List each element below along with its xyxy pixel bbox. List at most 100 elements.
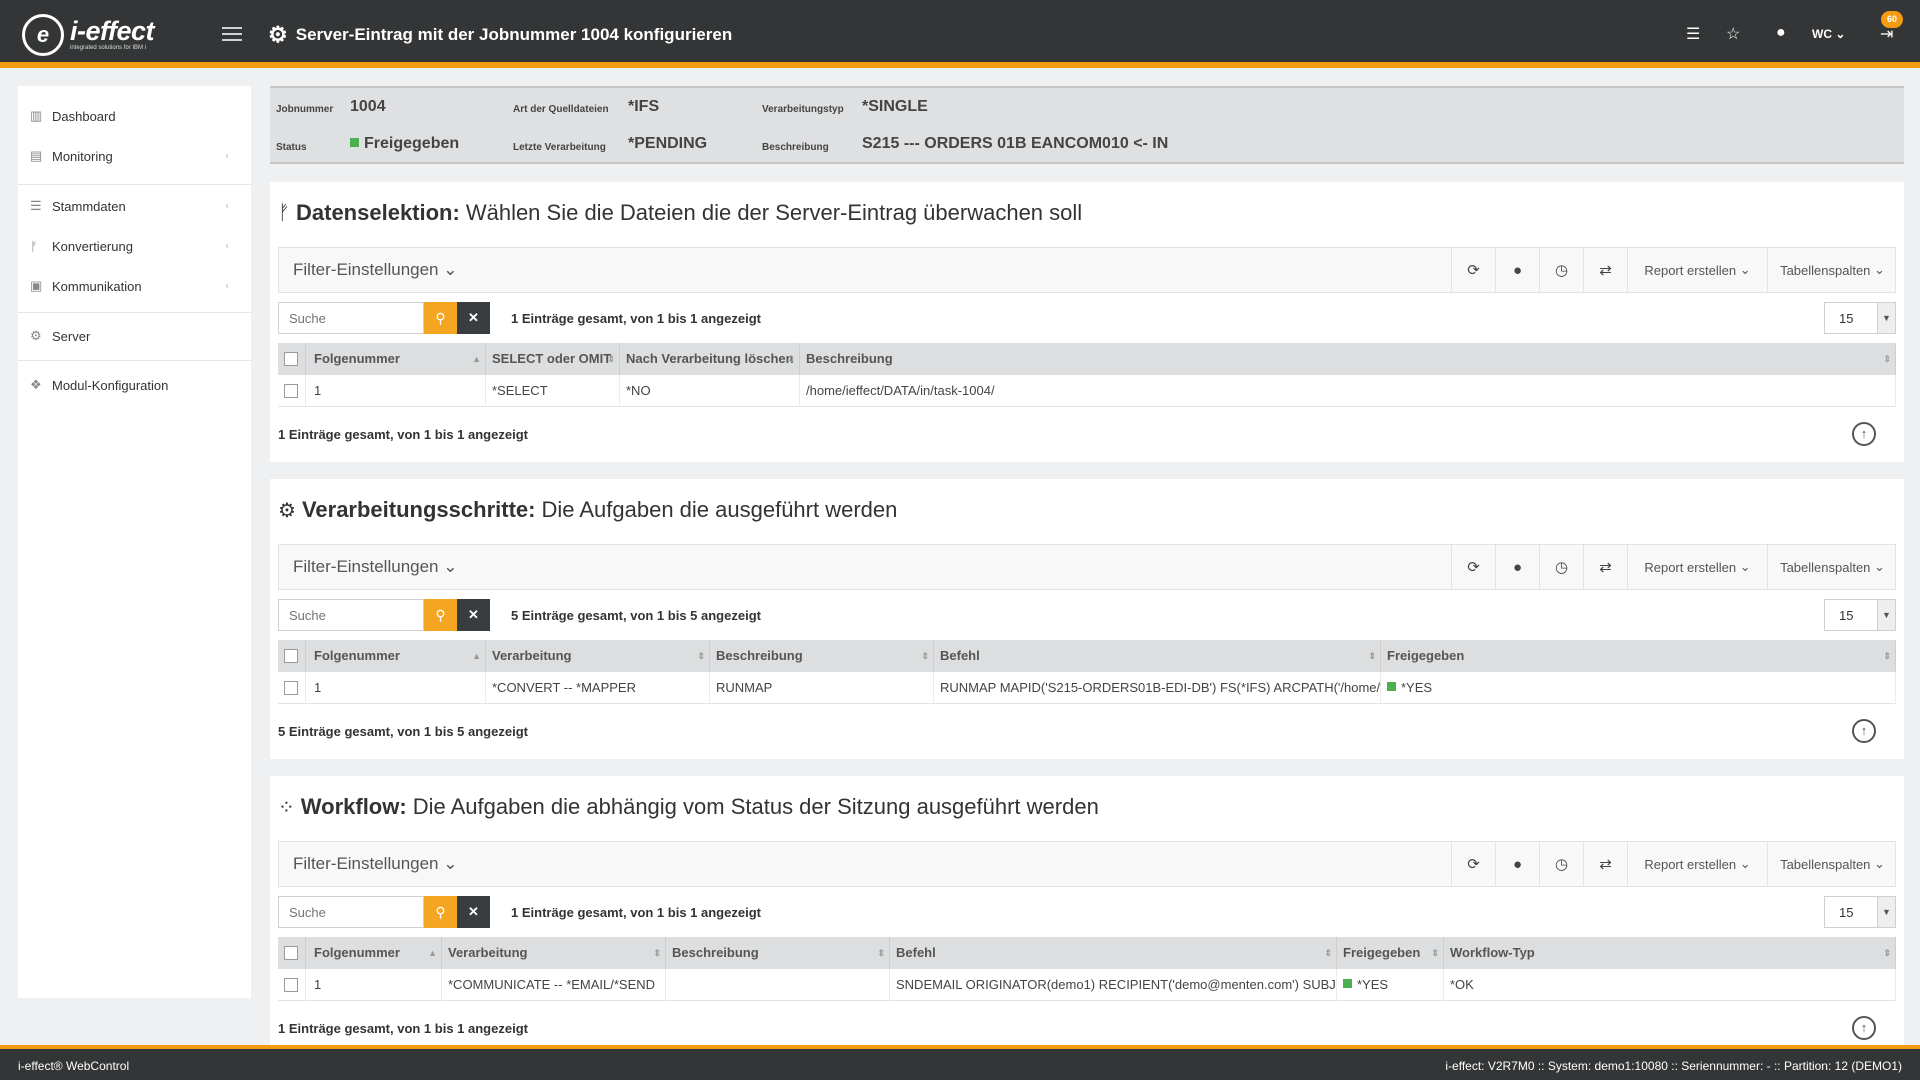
row-checkbox[interactable] <box>284 681 298 695</box>
row-checkbox[interactable] <box>284 978 298 992</box>
column-label: Befehl <box>896 945 936 960</box>
retweet-icon[interactable]: ⇄ <box>1583 248 1627 292</box>
col-header-verarbeitung[interactable]: Verarbeitung ⇕ <box>486 640 710 672</box>
col-header-verarbeitung[interactable]: Verarbeitung ⇕ <box>442 937 666 969</box>
col-header-workflow-typ[interactable]: Workflow-Typ ⇕ <box>1444 937 1896 969</box>
col-header-beschreibung[interactable]: Beschreibung ⇕ <box>800 343 1896 375</box>
typ-label: Verarbeitungstyp <box>762 104 844 115</box>
app-logo[interactable]: e i-effect integrated solutions for IBM … <box>22 14 155 56</box>
sidebar-item-label: Konvertierung <box>52 238 133 254</box>
refresh-icon[interactable]: ⟳ <box>1451 842 1495 886</box>
add-icon[interactable]: ● <box>1495 248 1539 292</box>
close-icon: ✕ <box>468 607 479 622</box>
user-avatar-icon[interactable]: ● <box>1776 24 1786 42</box>
table-row[interactable]: 1 *SELECT *NO /home/ieffect/DATA/in/task… <box>278 375 1896 407</box>
gears-icon: ⚙ <box>268 22 288 47</box>
refresh-icon[interactable]: ⟳ <box>1451 248 1495 292</box>
page-size-select[interactable]: 15 ▼ <box>1824 302 1896 334</box>
col-header-beschreibung[interactable]: Beschreibung ⇕ <box>710 640 934 672</box>
filter-settings-toggle[interactable]: Filter-Einstellungen ⌄ <box>293 854 457 874</box>
sidebar-item-kommunikation[interactable]: ▣ Kommunikation ‹ <box>18 268 251 304</box>
filter-label: Filter-Einstellungen <box>293 854 439 873</box>
filter-bar: Filter-Einstellungen ⌄ ⟳ ● ◷ ⇄ Report er… <box>278 544 1896 590</box>
sidebar-item-dashboard[interactable]: ▥ Dashboard <box>18 98 251 134</box>
add-icon[interactable]: ● <box>1495 842 1539 886</box>
chevron-down-icon: ▼ <box>1877 600 1895 630</box>
col-header-folgenummer[interactable]: Folgenummer ▲ <box>306 343 486 375</box>
row-checkbox[interactable] <box>284 384 298 398</box>
user-menu[interactable]: WC ⌄ <box>1812 27 1845 41</box>
columns-dropdown[interactable]: Tabellenspalten ⌄ <box>1767 248 1897 292</box>
clear-search-button[interactable]: ✕ <box>457 896 490 928</box>
filter-settings-toggle[interactable]: Filter-Einstellungen ⌄ <box>293 557 457 577</box>
branch-icon: ᚠ <box>30 238 38 254</box>
table-row[interactable]: 1 *COMMUNICATE -- *EMAIL/*SEND SNDEMAIL … <box>278 969 1896 1001</box>
column-label: Workflow-Typ <box>1450 945 1535 960</box>
panel-workflow: ⁘ Workflow: Die Aufgaben die abhängig vo… <box>270 776 1904 1046</box>
page-size-select[interactable]: 15 ▼ <box>1824 599 1896 631</box>
col-header-befehl[interactable]: Befehl ⇕ <box>934 640 1381 672</box>
report-label: Report erstellen <box>1644 559 1737 575</box>
scroll-top-icon[interactable]: ↑ <box>1852 422 1876 446</box>
report-dropdown[interactable]: Report erstellen ⌄ <box>1627 842 1767 886</box>
search-input[interactable] <box>278 302 424 334</box>
sidebar-item-stammdaten[interactable]: ☰ Stammdaten ‹ <box>18 188 251 224</box>
col-header-freigegeben[interactable]: Freigegeben ⇕ <box>1337 937 1444 969</box>
menu-toggle-icon[interactable] <box>222 27 242 43</box>
select-all-checkbox[interactable] <box>284 352 298 366</box>
retweet-icon[interactable]: ⇄ <box>1583 842 1627 886</box>
report-dropdown[interactable]: Report erstellen ⌄ <box>1627 248 1767 292</box>
close-icon: ✕ <box>468 310 479 325</box>
filter-label: Filter-Einstellungen <box>293 557 439 576</box>
footer-record-count: 5 Einträge gesamt, von 1 bis 5 angezeigt <box>278 724 528 739</box>
col-header-loeschen[interactable]: Nach Verarbeitung löschen ⇕ <box>620 343 800 375</box>
search-input[interactable] <box>278 896 424 928</box>
search-button[interactable]: ⚲ <box>424 599 457 631</box>
star-icon[interactable]: ☆ <box>1726 24 1740 44</box>
history-icon[interactable]: ◷ <box>1539 842 1583 886</box>
add-icon[interactable]: ● <box>1495 545 1539 589</box>
col-header-folgenummer[interactable]: Folgenummer ▲ <box>306 640 486 672</box>
status-green-icon <box>350 138 359 147</box>
sidebar-item-konvertierung[interactable]: ᚠ Konvertierung ‹ <box>18 228 251 264</box>
sort-icon: ⇕ <box>877 948 885 958</box>
col-header-befehl[interactable]: Befehl ⇕ <box>890 937 1337 969</box>
scroll-top-icon[interactable]: ↑ <box>1852 719 1876 743</box>
table-row[interactable]: 1 *CONVERT -- *MAPPER RUNMAP RUNMAP MAPI… <box>278 672 1896 704</box>
sidebar-item-server[interactable]: ⚙ Server <box>18 318 251 354</box>
scroll-top-icon[interactable]: ↑ <box>1852 1016 1876 1040</box>
column-label: Freigegeben <box>1343 945 1421 960</box>
status-text: Freigegeben <box>364 135 460 152</box>
col-header-select[interactable]: SELECT oder OMIT ⇕ <box>486 343 620 375</box>
refresh-icon[interactable]: ⟳ <box>1451 545 1495 589</box>
search-input[interactable] <box>278 599 424 631</box>
clear-search-button[interactable]: ✕ <box>457 302 490 334</box>
search-button[interactable]: ⚲ <box>424 302 457 334</box>
history-icon[interactable]: ◷ <box>1539 545 1583 589</box>
report-label: Report erstellen <box>1644 856 1737 872</box>
list-icon[interactable]: ☰ <box>1686 24 1700 44</box>
sidebar-item-monitoring[interactable]: ▤ Monitoring ‹ <box>18 138 251 174</box>
sort-icon: ⇕ <box>1883 948 1891 958</box>
col-header-beschreibung[interactable]: Beschreibung ⇕ <box>666 937 890 969</box>
select-all-checkbox[interactable] <box>284 946 298 960</box>
search-button[interactable]: ⚲ <box>424 896 457 928</box>
report-dropdown[interactable]: Report erstellen ⌄ <box>1627 545 1767 589</box>
page-title: ⚙ Server-Eintrag mit der Jobnummer 1004 … <box>268 22 732 48</box>
panel-title-rest: Die Aufgaben die ausgeführt werden <box>541 497 898 522</box>
history-icon[interactable]: ◷ <box>1539 248 1583 292</box>
columns-dropdown[interactable]: Tabellenspalten ⌄ <box>1767 842 1897 886</box>
clear-search-button[interactable]: ✕ <box>457 599 490 631</box>
col-header-folgenummer[interactable]: Folgenummer ▲ <box>306 937 442 969</box>
col-header-freigegeben[interactable]: Freigegeben ⇕ <box>1381 640 1896 672</box>
filter-settings-toggle[interactable]: Filter-Einstellungen ⌄ <box>293 260 457 280</box>
select-all-checkbox[interactable] <box>284 649 298 663</box>
grid-header: Folgenummer ▲ SELECT oder OMIT ⇕ Nach Vera… <box>278 343 1896 375</box>
retweet-icon[interactable]: ⇄ <box>1583 545 1627 589</box>
column-label: Folgenummer <box>314 648 400 663</box>
columns-dropdown[interactable]: Tabellenspalten ⌄ <box>1767 545 1897 589</box>
page-size-select[interactable]: 15 ▼ <box>1824 896 1896 928</box>
chevron-left-icon: ‹ <box>225 200 229 212</box>
sidebar-item-modul-konfiguration[interactable]: ❖ Modul-Konfiguration <box>18 367 251 403</box>
status-bar: i-effect® WebControl i-effect: V2R7M0 ::… <box>0 1045 1920 1080</box>
